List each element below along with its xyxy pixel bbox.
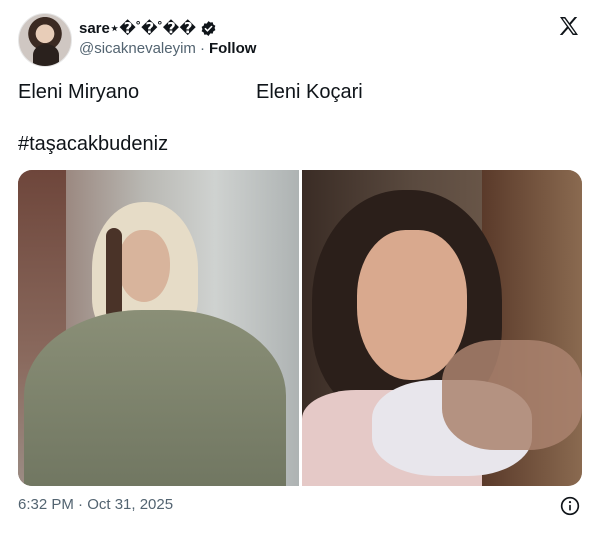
tweet-hashtag[interactable]: #taşacakbudeniz <box>18 132 168 156</box>
photo-blanket <box>24 310 286 486</box>
author-display-name[interactable]: sare⋆�˚�˚�� <box>79 19 196 37</box>
separator-dot: · <box>199 40 205 57</box>
verified-badge-icon <box>201 20 216 36</box>
author-handle[interactable]: @sicaknevaleyim <box>79 40 196 57</box>
follow-button[interactable]: Follow <box>209 40 257 57</box>
photo-face-serious <box>356 230 467 380</box>
tweet-timestamp[interactable]: 6:32 PM · Oct 31, 2025 <box>18 496 173 513</box>
photo-hooded-woman-blanket[interactable] <box>18 170 299 486</box>
author-name-row: sare⋆�˚�˚�� <box>79 18 217 38</box>
avatar[interactable] <box>18 13 72 67</box>
photo-hand-blurred <box>441 340 582 450</box>
media-grid <box>18 170 582 486</box>
photo-face <box>118 230 170 302</box>
photo-woman-aiming[interactable] <box>301 170 582 486</box>
photo-hair <box>106 228 122 320</box>
x-logo-icon[interactable] <box>557 14 581 38</box>
info-icon[interactable] <box>560 496 580 516</box>
author-handle-row: @sicaknevaleyim · Follow <box>79 40 256 57</box>
tweet-text-name-right: Eleni Koçari <box>256 81 363 103</box>
tweet-text-name-left: Eleni Miryano <box>18 81 140 103</box>
